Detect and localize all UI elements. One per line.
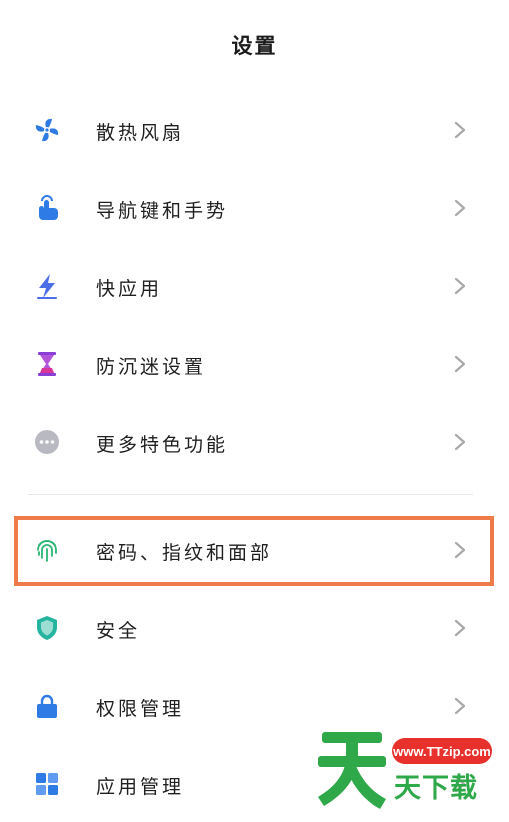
highlight-box bbox=[14, 516, 494, 586]
settings-item-label: 防沉迷设置 bbox=[96, 356, 207, 378]
settings-item-label: 导航键和手势 bbox=[96, 200, 229, 222]
lock-icon bbox=[32, 691, 62, 721]
chevron-right-icon bbox=[454, 619, 466, 637]
settings-item-quick-app[interactable]: 快应用 bbox=[0, 256, 509, 316]
more-features-icon bbox=[32, 427, 62, 457]
chevron-right-icon bbox=[454, 355, 466, 373]
settings-item-label: 应用管理 bbox=[96, 776, 185, 798]
watermark-text: 天下载 bbox=[394, 773, 478, 804]
settings-item-label: 散热风扇 bbox=[96, 122, 185, 144]
settings-item-permission-management[interactable]: 权限管理 bbox=[0, 676, 509, 736]
chevron-right-icon bbox=[454, 697, 466, 715]
anti-addiction-icon bbox=[32, 349, 62, 379]
navigation-gesture-icon bbox=[32, 193, 62, 223]
settings-item-cooling-fan[interactable]: 散热风扇 bbox=[0, 100, 509, 160]
section-divider bbox=[28, 494, 473, 495]
fan-icon bbox=[32, 115, 62, 145]
settings-item-label: 更多特色功能 bbox=[96, 434, 229, 456]
settings-item-anti-addiction[interactable]: 防沉迷设置 bbox=[0, 334, 509, 394]
security-shield-icon bbox=[32, 613, 62, 643]
settings-item-more-features[interactable]: 更多特色功能 bbox=[0, 412, 509, 472]
settings-item-security[interactable]: 安全 bbox=[0, 598, 509, 658]
page-title: 设置 bbox=[231, 34, 278, 58]
settings-item-navigation-gestures[interactable]: 导航键和手势 bbox=[0, 178, 509, 238]
watermark-logo bbox=[318, 732, 386, 809]
chevron-right-icon bbox=[454, 199, 466, 217]
chevron-right-icon bbox=[454, 277, 466, 295]
settings-item-label: 安全 bbox=[96, 620, 141, 642]
watermark-url: www.TTzip.com bbox=[392, 738, 492, 764]
chevron-right-icon bbox=[454, 121, 466, 139]
settings-item-label: 权限管理 bbox=[96, 698, 185, 720]
quick-app-icon bbox=[32, 271, 62, 301]
chevron-right-icon bbox=[454, 433, 466, 451]
settings-item-label: 快应用 bbox=[96, 278, 163, 300]
app-grid-icon bbox=[32, 769, 62, 799]
